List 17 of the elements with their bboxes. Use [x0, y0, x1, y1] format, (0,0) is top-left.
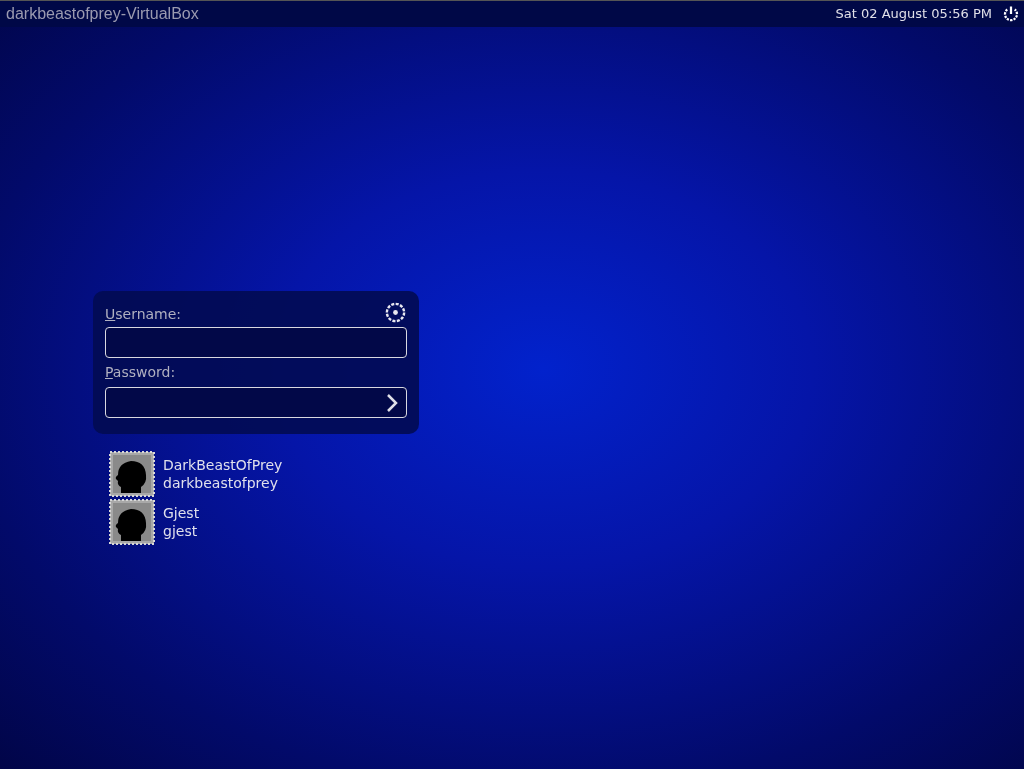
- hostname: darkbeastofprey-VirtualBox: [6, 4, 199, 24]
- clock: Sat 02 August 05:56 PM: [835, 5, 992, 24]
- password-label: Password:: [105, 363, 177, 382]
- username-field[interactable]: [105, 327, 407, 358]
- password-field[interactable]: [105, 387, 407, 418]
- settings-icon[interactable]: [384, 300, 407, 324]
- user-avatar-icon: [109, 451, 155, 497]
- user-display-name: Gjest: [163, 504, 200, 522]
- user-avatar-icon: [109, 499, 155, 545]
- power-icon[interactable]: [1002, 5, 1020, 23]
- chevron-right-icon[interactable]: [386, 392, 398, 413]
- username-label: Username:: [105, 305, 182, 324]
- user-display-name: DarkBeastOfPrey: [163, 456, 283, 474]
- user-login-name: darkbeastofprey: [163, 474, 279, 492]
- user-list-item[interactable]: DarkBeastOfPrey darkbeastofprey: [109, 451, 1024, 497]
- user-login-name: gjest: [163, 522, 199, 540]
- user-list-item[interactable]: Gjest gjest: [109, 499, 1024, 545]
